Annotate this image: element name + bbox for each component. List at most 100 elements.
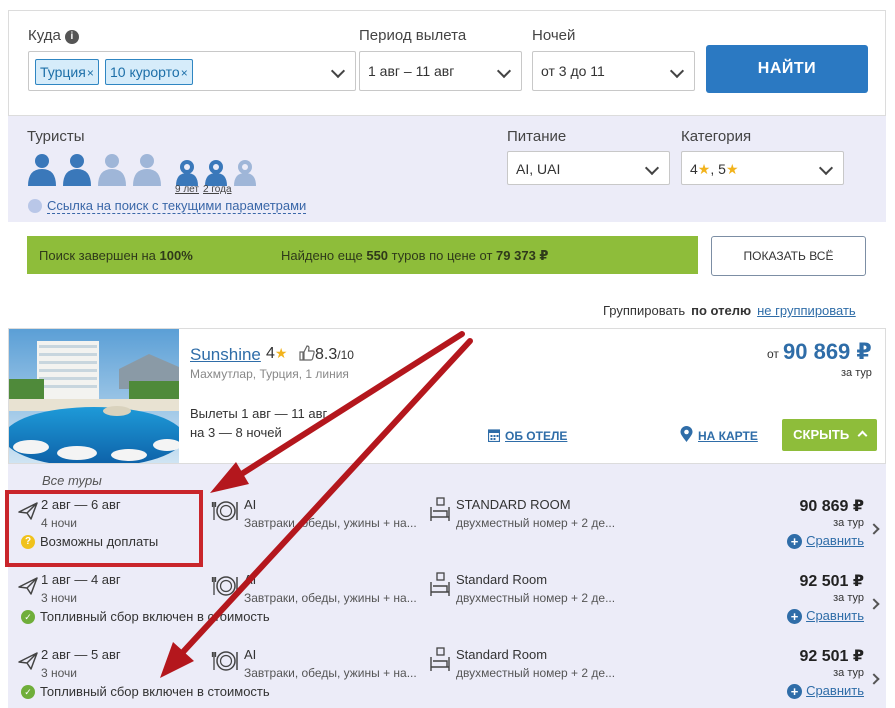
per-tour-label: за тур (833, 517, 864, 529)
star-icon: ★ (697, 161, 711, 177)
tour-row[interactable]: 1 авг — 4 авг 3 ночи ✓ Топливный сбор вк… (8, 572, 886, 647)
group-by-hotel-option[interactable]: по отелю (691, 303, 751, 318)
child-icon[interactable] (202, 158, 230, 186)
map-link[interactable]: НА КАРТЕ (698, 429, 758, 443)
adult-icon[interactable] (95, 152, 129, 186)
chevron-down-icon (330, 63, 346, 79)
tour-meal-desc: Завтраки, обеды, ужины + на... (244, 666, 417, 680)
child-age-label[interactable]: 2 года (203, 184, 232, 195)
hotel-min-price[interactable]: 90 869 ₽ (783, 339, 872, 365)
bed-icon (430, 497, 450, 521)
period-select[interactable]: 1 авг – 11 авг (359, 51, 522, 91)
nights-select[interactable]: от 3 до 11 (532, 51, 695, 91)
plane-icon (18, 652, 38, 670)
chevron-right-icon[interactable] (868, 598, 880, 610)
tour-dates: 1 авг — 4 авг (41, 572, 121, 587)
child-icon[interactable] (231, 158, 259, 186)
tourists-label: Туристы (27, 128, 85, 145)
per-tour-label: за тур (833, 667, 864, 679)
tour-price: 92 501 ₽ (799, 648, 864, 665)
plane-icon (18, 577, 38, 595)
compare-link[interactable]: Сравнить (806, 533, 864, 548)
tour-note: Топливный сбор включен в стоимость (40, 609, 270, 624)
tour-room: Standard Room (456, 647, 548, 662)
tour-room: STANDARD ROOM (456, 497, 571, 512)
tour-meal: AI (244, 497, 257, 512)
tour-meal-desc: Завтраки, обеды, ужины + на... (244, 516, 417, 530)
tour-row[interactable]: 2 авг — 5 авг 3 ночи ✓ Топливный сбор вк… (8, 647, 886, 708)
star-icon: ★ (725, 161, 739, 177)
destination-label: Куда i (28, 27, 79, 44)
tour-room-desc: двухместный номер + 2 де... (456, 516, 616, 530)
hotel-rating: 8.3/10 (299, 345, 354, 364)
grouping-control: Группировать по отелю не группировать (603, 303, 856, 318)
plate-icon (211, 576, 238, 596)
plate-icon (211, 651, 238, 671)
destination-tag-country[interactable]: Турция× (35, 59, 99, 85)
compare-link[interactable]: Сравнить (806, 608, 864, 623)
tour-price: 92 501 ₽ (799, 573, 864, 590)
search-link[interactable]: Ссылка на поиск с текущими параметрами (47, 198, 307, 214)
hotel-departure-dates: Вылеты 1 авг — 11 авг (190, 406, 328, 421)
per-tour-label: за тур (841, 367, 872, 379)
tour-meal: AI (244, 572, 257, 587)
plus-icon[interactable]: + (787, 534, 802, 549)
category-value: 4★, 5★ (690, 161, 739, 177)
adult-icon[interactable] (130, 152, 164, 186)
plus-icon[interactable]: + (787, 684, 802, 699)
hotel-nights-range: на 3 — 8 ночей (190, 425, 282, 440)
category-label: Категория (681, 128, 752, 145)
chevron-right-icon[interactable] (868, 673, 880, 685)
tour-dates: 2 авг — 5 авг (41, 647, 121, 662)
chevron-down-icon (644, 160, 660, 176)
meal-select[interactable]: AI, UAI (507, 151, 670, 185)
tag-close-icon[interactable]: × (87, 66, 94, 80)
tour-meal-desc: Завтраки, обеды, ужины + на... (244, 591, 417, 605)
chevron-up-icon (857, 430, 868, 441)
thumbs-up-icon (299, 345, 315, 361)
compare-link[interactable]: Сравнить (806, 683, 864, 698)
calendar-icon (488, 429, 500, 442)
hotel-photo[interactable] (9, 329, 179, 463)
tag-close-icon[interactable]: × (181, 66, 188, 80)
chevron-down-icon (818, 160, 834, 176)
found-tours-text: Найдено еще 550 туров по цене от 79 373 … (281, 248, 549, 263)
tourists-panel: Туристы 9 лет 2 года Ссылка на поиск с т… (8, 116, 886, 222)
hide-tours-button[interactable]: СКРЫТЬ (782, 419, 877, 451)
adult-icon[interactable] (25, 152, 59, 186)
info-icon[interactable]: i (64, 30, 79, 44)
chevron-right-icon[interactable] (868, 523, 880, 535)
category-select[interactable]: 4★, 5★ (681, 151, 844, 185)
child-age-label[interactable]: 9 лет (175, 184, 199, 195)
about-hotel-link[interactable]: ОБ ОТЕЛЕ (505, 429, 567, 443)
destination-tag-resorts[interactable]: 10 курорто× (105, 59, 193, 85)
bed-icon (430, 572, 450, 596)
child-icon[interactable] (173, 158, 201, 186)
find-button[interactable]: НАЙТИ (706, 45, 868, 93)
meal-value: AI, UAI (516, 161, 561, 177)
tour-room-desc: двухместный номер + 2 де... (456, 666, 616, 680)
hotel-name-link[interactable]: Sunshine (190, 345, 261, 365)
destination-select[interactable]: Турция× 10 курорто× (28, 51, 356, 91)
chevron-down-icon (669, 63, 685, 79)
tour-meal: AI (244, 647, 257, 662)
tour-price: 90 869 ₽ (799, 498, 864, 515)
period-label: Период вылета (359, 27, 467, 44)
map-pin-icon (680, 426, 693, 442)
chevron-down-icon (496, 63, 512, 79)
show-all-button[interactable]: ПОКАЗАТЬ ВСЁ (711, 236, 866, 276)
hotel-stars: 4★ (266, 345, 288, 362)
tour-nights: 3 ночи (41, 666, 77, 680)
no-grouping-link[interactable]: не группировать (757, 303, 856, 318)
adult-icon[interactable] (60, 152, 94, 186)
search-progress-text: Поиск завершен на 100% (39, 248, 193, 263)
nights-value: от 3 до 11 (541, 63, 605, 79)
meal-label: Питание (507, 128, 567, 145)
annotation-highlight-box (5, 490, 203, 567)
plus-icon[interactable]: + (787, 609, 802, 624)
price-from-label: от (767, 347, 779, 361)
plate-icon (211, 501, 238, 521)
tour-nights: 3 ночи (41, 591, 77, 605)
tour-room-desc: двухместный номер + 2 де... (456, 591, 616, 605)
star-icon: ★ (274, 345, 288, 361)
